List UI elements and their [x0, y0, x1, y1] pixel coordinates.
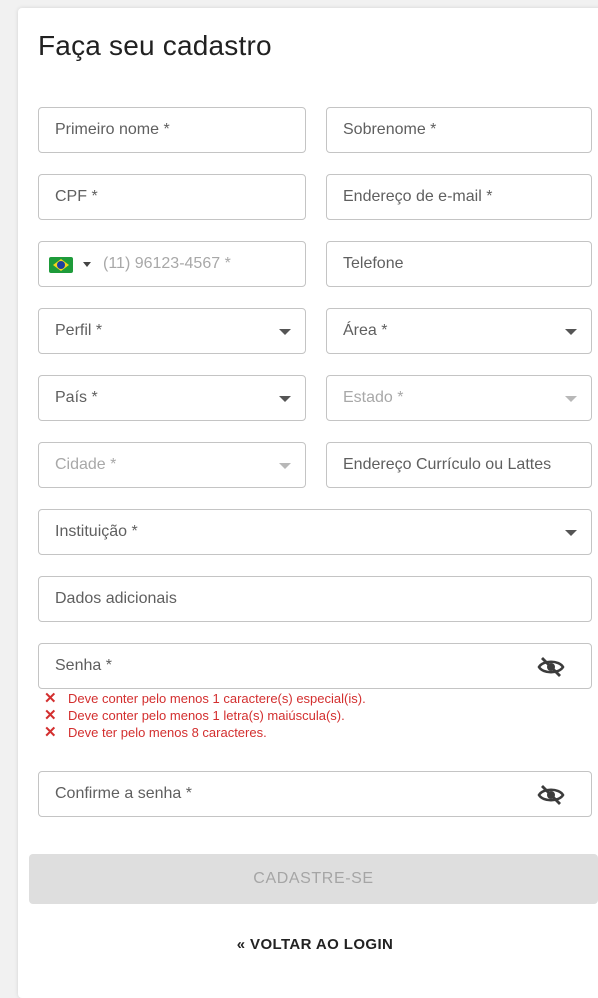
chevron-down-icon — [279, 463, 291, 469]
country-label: País * — [55, 389, 98, 406]
chevron-down-icon — [279, 329, 291, 335]
chevron-down-icon — [565, 329, 577, 335]
profile-select[interactable]: Perfil * — [38, 308, 306, 354]
eye-slash-icon[interactable] — [537, 656, 565, 678]
password-error-list: ✕ Deve conter pelo menos 1 caractere(s) e… — [44, 690, 366, 741]
chevron-down-icon — [279, 396, 291, 402]
curriculum-url-field[interactable]: Endereço Currículo ou Lattes — [326, 442, 592, 488]
confirm-password-label: Confirme a senha * — [55, 785, 192, 802]
chevron-down-icon — [565, 530, 577, 536]
register-card — [18, 8, 598, 998]
email-field[interactable]: Endereço de e-mail * — [326, 174, 592, 220]
confirm-password-field[interactable]: Confirme a senha * — [38, 771, 592, 817]
additional-data-field[interactable]: Dados adicionais — [38, 576, 592, 622]
cpf-label: CPF * — [55, 188, 98, 205]
institution-select[interactable]: Instituição * — [38, 509, 592, 555]
password-field[interactable]: Senha * — [38, 643, 592, 689]
phone-label: Telefone — [343, 255, 404, 272]
password-error-item: ✕ Deve conter pelo menos 1 letra(s) maiús… — [44, 707, 345, 724]
password-error-item: ✕ Deve ter pelo menos 8 caracteres. — [44, 724, 267, 741]
country-select[interactable]: País * — [38, 375, 306, 421]
x-icon: ✕ — [44, 707, 57, 724]
last-name-label: Sobrenome * — [343, 121, 437, 138]
page-title: Faça seu cadastro — [38, 30, 272, 61]
back-to-login-link[interactable]: « VOLTAR AO LOGIN — [0, 936, 598, 953]
last-name-field[interactable]: Sobrenome * — [326, 107, 592, 153]
area-label: Área * — [343, 322, 388, 339]
profile-label: Perfil * — [55, 322, 103, 339]
email-label: Endereço de e-mail * — [343, 188, 493, 205]
city-select[interactable]: Cidade * — [38, 442, 306, 488]
x-icon: ✕ — [44, 724, 57, 741]
country-dropdown-icon[interactable] — [83, 262, 91, 267]
state-select[interactable]: Estado * — [326, 375, 592, 421]
area-select[interactable]: Área * — [326, 308, 592, 354]
x-icon: ✕ — [44, 690, 57, 707]
password-error-item: ✕ Deve conter pelo menos 1 caractere(s) e… — [44, 690, 366, 707]
state-label: Estado * — [343, 389, 404, 406]
brazil-flag-icon[interactable] — [49, 257, 73, 273]
city-label: Cidade * — [55, 456, 117, 473]
mobile-phone-field[interactable]: (11) 96123-4567 * — [38, 241, 306, 287]
eye-slash-icon[interactable] — [537, 784, 565, 806]
curriculum-url-label: Endereço Currículo ou Lattes — [343, 456, 552, 473]
additional-data-label: Dados adicionais — [55, 590, 177, 607]
mobile-phone-placeholder: (11) 96123-4567 * — [103, 255, 231, 272]
chevron-down-icon — [565, 396, 577, 402]
first-name-field[interactable]: Primeiro nome * — [38, 107, 306, 153]
phone-field[interactable]: Telefone — [326, 241, 592, 287]
register-button[interactable]: CADASTRE-SE — [29, 854, 598, 904]
first-name-label: Primeiro nome * — [55, 121, 170, 138]
password-label: Senha * — [55, 657, 112, 674]
institution-label: Instituição * — [55, 523, 138, 540]
cpf-field[interactable]: CPF * — [38, 174, 306, 220]
